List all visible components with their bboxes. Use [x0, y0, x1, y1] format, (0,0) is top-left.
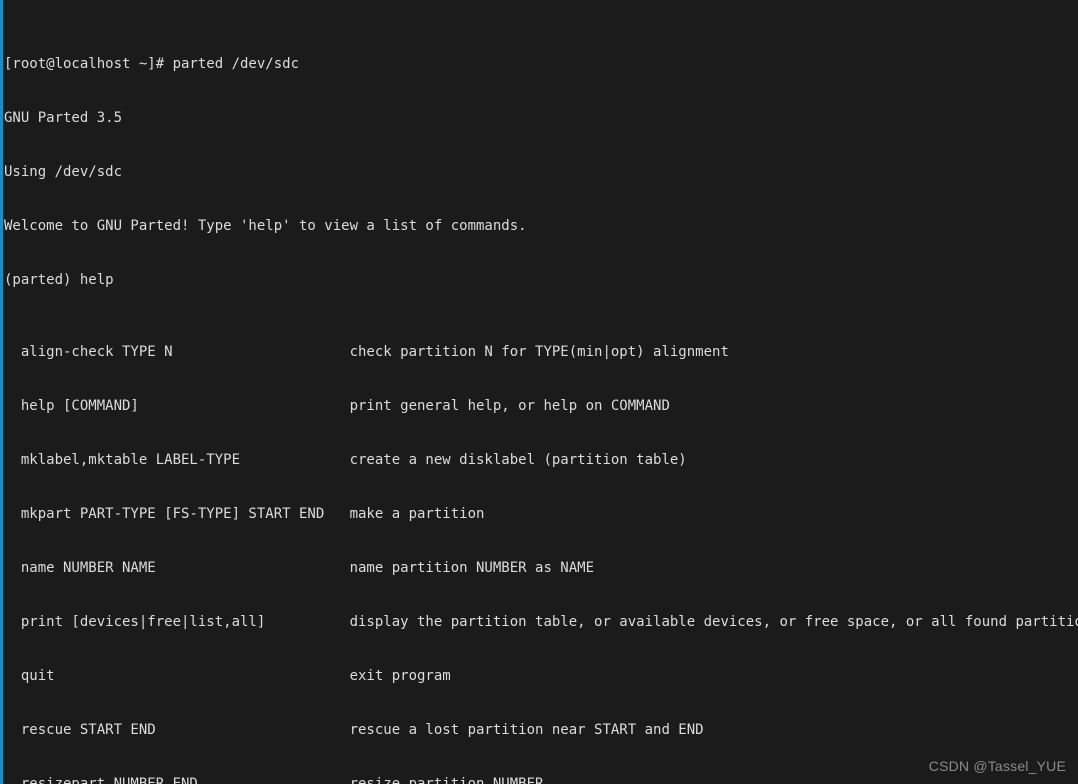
help-row: print [devices|free|list,all] display th… — [4, 614, 1078, 630]
terminal-line-welcome: Welcome to GNU Parted! Type 'help' to vi… — [4, 218, 527, 234]
help-row: quit exit program — [4, 668, 451, 684]
help-row: name NUMBER NAME name partition NUMBER a… — [4, 560, 595, 576]
watermark-label: CSDN @Tassel_YUE — [928, 758, 1066, 774]
terminal-window[interactable]: [root@localhost ~]# parted /dev/sdc GNU … — [0, 0, 1078, 784]
help-row: rescue START END rescue a lost partition… — [4, 722, 704, 738]
terminal-screen-output[interactable]: [root@localhost ~]# parted /dev/sdc GNU … — [4, 1, 1078, 784]
terminal-line-using-device: Using /dev/sdc — [4, 164, 123, 180]
terminal-left-accent-bar — [0, 0, 3, 784]
terminal-line-version: GNU Parted 3.5 — [4, 110, 123, 126]
help-row: mkpart PART-TYPE [FS-TYPE] START END mak… — [4, 506, 485, 522]
help-row: mklabel,mktable LABEL-TYPE create a new … — [4, 452, 687, 468]
terminal-line-help-command: (parted) help — [4, 272, 114, 288]
help-row: align-check TYPE N check partition N for… — [4, 344, 729, 360]
help-row: help [COMMAND] print general help, or he… — [4, 398, 670, 414]
help-row: resizepart NUMBER END resize partition N… — [4, 776, 544, 784]
terminal-line-shell-prompt: [root@localhost ~]# parted /dev/sdc — [4, 56, 300, 72]
